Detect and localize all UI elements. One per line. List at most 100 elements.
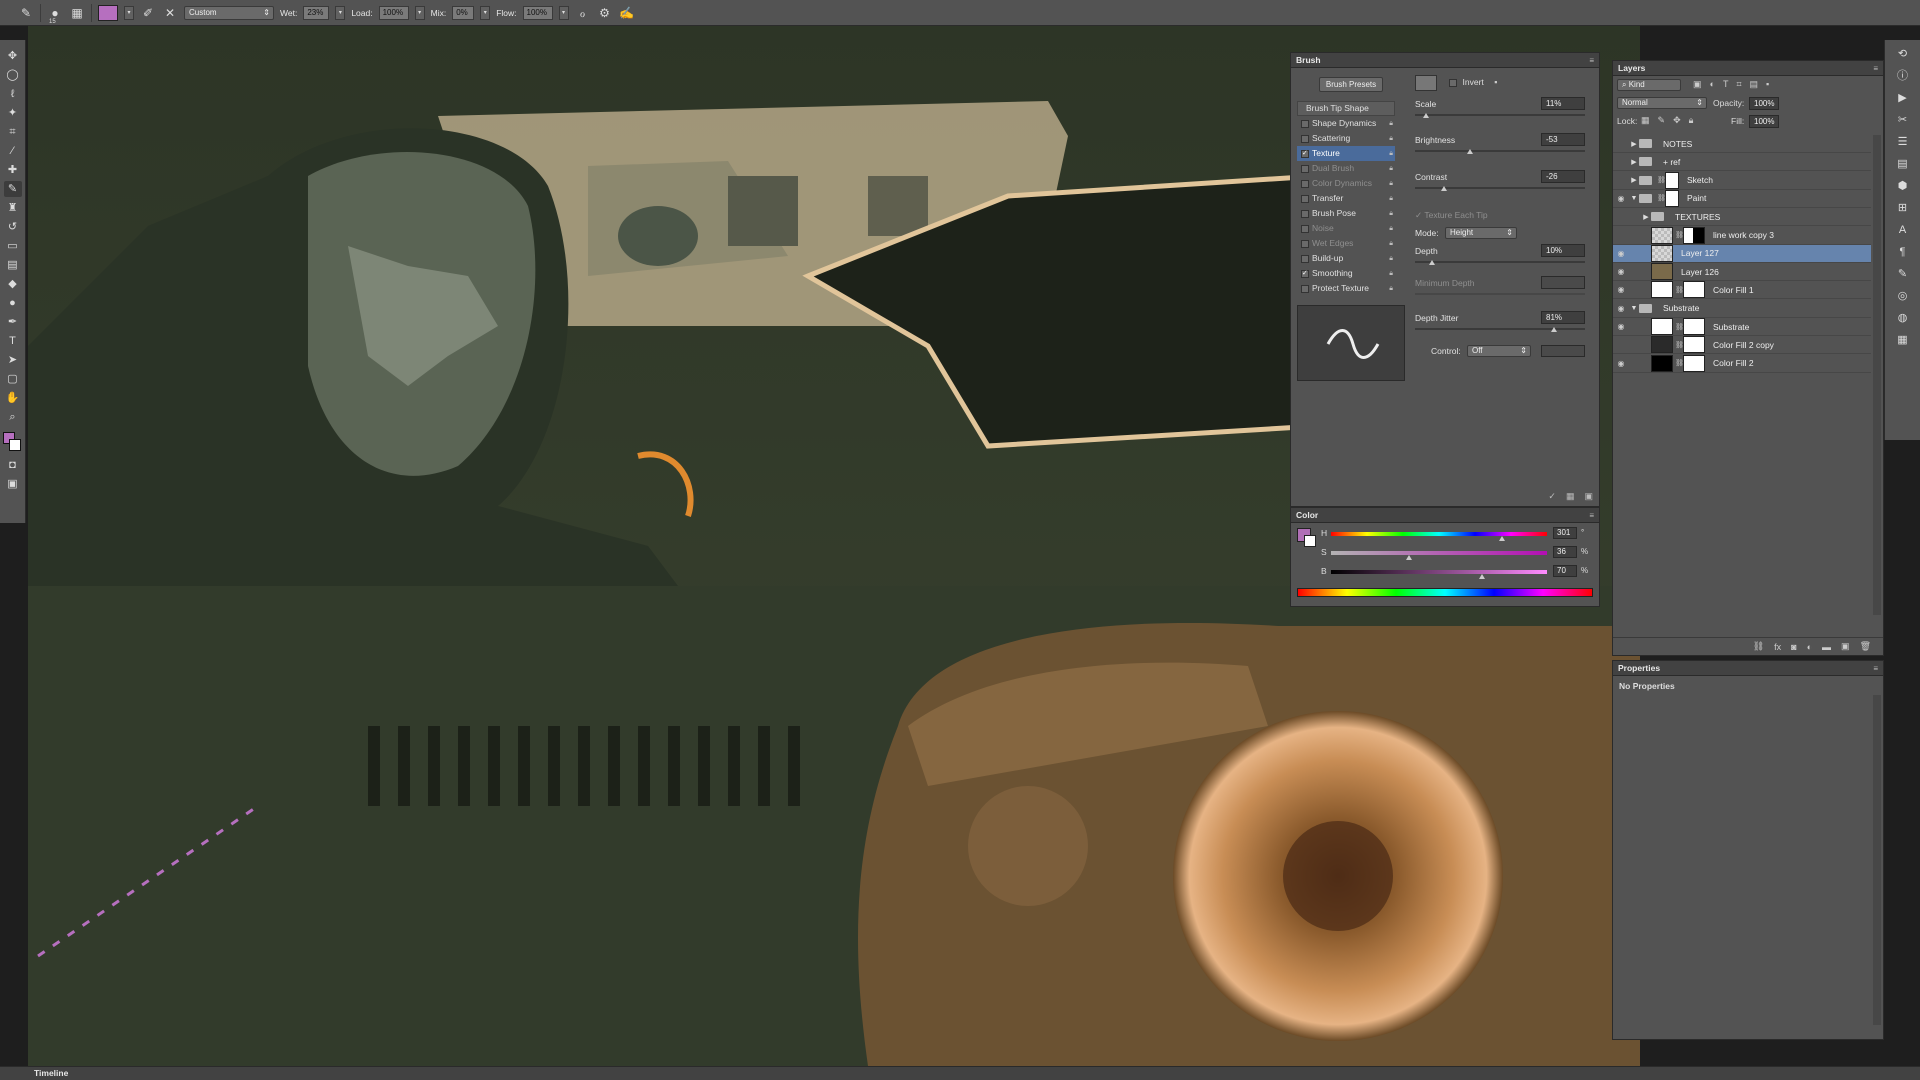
saturation-field[interactable]: 36 xyxy=(1553,546,1577,558)
disclosure-triangle-icon[interactable]: ▶ xyxy=(1629,176,1639,184)
opacity-field[interactable]: 100% xyxy=(1749,97,1779,110)
brush-panel-toggle-icon[interactable]: ▦ xyxy=(69,5,85,21)
color-panel-tab[interactable]: Color ≡ xyxy=(1291,508,1599,523)
depth-jitter-slider[interactable]: Depth Jitter 81% xyxy=(1415,311,1585,332)
scale-knob[interactable] xyxy=(1423,113,1429,118)
brightness-slider-row[interactable]: B 70 % xyxy=(1321,565,1593,580)
character-icon[interactable]: A xyxy=(1895,222,1911,238)
depth-track[interactable] xyxy=(1415,261,1585,263)
visibility-eye-icon[interactable]: ◉ xyxy=(1613,285,1629,294)
brush-setting-checkbox[interactable] xyxy=(1301,224,1309,233)
brush-preview-toggle-icon[interactable]: ✓ xyxy=(1548,491,1556,502)
swatch-dropdown[interactable]: ▾ xyxy=(124,5,134,20)
layer-row[interactable]: ⛓ Color Fill 2 copy xyxy=(1613,336,1871,355)
brush-setting-texture[interactable]: ✓ Texture 🔒︎ xyxy=(1297,146,1395,161)
brush-setting-checkbox[interactable] xyxy=(1301,284,1309,293)
scale-field[interactable]: 11% xyxy=(1541,97,1585,110)
paragraph-icon[interactable]: ¶ xyxy=(1895,244,1911,260)
layer-thumbnail[interactable] xyxy=(1651,244,1673,262)
brush-presets-button[interactable]: Brush Presets xyxy=(1319,77,1383,92)
depth-slider[interactable]: Depth 10% xyxy=(1415,244,1585,265)
lock-icon[interactable]: 🔒︎ xyxy=(1389,191,1393,206)
new-brush-icon[interactable]: ▣ xyxy=(1584,491,1593,502)
brush-setting-checkbox[interactable]: ✓ xyxy=(1301,269,1309,278)
brush-setting-wet-edges[interactable]: Wet Edges 🔒︎ xyxy=(1297,236,1395,251)
invert-checkbox[interactable] xyxy=(1449,78,1457,87)
brush-setting-protect-texture[interactable]: Protect Texture 🔒︎ xyxy=(1297,281,1395,296)
layer-row[interactable]: ▶ TEXTURES xyxy=(1613,208,1871,227)
mixer-brush-tool-icon[interactable]: ✎ xyxy=(18,5,34,21)
mask-link-icon[interactable]: ⛓ xyxy=(1675,231,1684,239)
layer-row[interactable]: ▶ NOTES xyxy=(1613,135,1871,153)
depth-jitter-knob[interactable] xyxy=(1551,327,1557,332)
lasso-icon[interactable]: ℓ xyxy=(4,86,22,102)
disclosure-triangle-icon[interactable]: ▼ xyxy=(1629,195,1639,202)
smart-object-filter-icon[interactable]: ▤ xyxy=(1750,79,1759,90)
color-swatches[interactable] xyxy=(2,432,23,454)
gradient-icon[interactable]: ▤ xyxy=(4,257,22,273)
layer-row[interactable]: ◉ Layer 126 xyxy=(1613,263,1871,282)
new-layer-icon[interactable]: ▣ xyxy=(1841,641,1850,652)
mask-link-icon[interactable]: ⛓ xyxy=(1657,176,1666,184)
layer-thumbnail[interactable] xyxy=(1651,318,1673,335)
clone-source-icon[interactable]: ⊞ xyxy=(1895,200,1911,216)
lock-icon[interactable]: 🔒︎ xyxy=(1389,251,1393,266)
quick-mask-icon[interactable]: ◘ xyxy=(4,457,22,473)
layer-row[interactable]: ◉ ▼ Substrate xyxy=(1613,300,1871,318)
layer-row[interactable]: ◉ ⛓ Substrate xyxy=(1613,318,1871,336)
saturation-track[interactable] xyxy=(1331,551,1547,555)
dodge-icon[interactable]: ● xyxy=(4,295,22,311)
timeline-panel[interactable]: Timeline xyxy=(0,1066,1920,1080)
new-preset-icon[interactable]: ▪ xyxy=(1494,77,1497,87)
visibility-eye-icon[interactable]: ◉ xyxy=(1613,359,1629,368)
contrast-field[interactable]: -26 xyxy=(1541,170,1585,183)
clean-brush-icon[interactable]: ✕ xyxy=(162,5,178,21)
load-field[interactable]: 100% xyxy=(378,5,409,20)
load-dropdown[interactable]: ▾ xyxy=(414,5,425,20)
paths-icon[interactable]: ▦ xyxy=(1895,332,1911,348)
adjustments-icon[interactable]: ☰ xyxy=(1895,134,1911,150)
brush-setting-brush-pose[interactable]: Brush Pose 🔒︎ xyxy=(1297,206,1395,221)
scale-track[interactable] xyxy=(1415,114,1585,116)
brush-setting-color-dynamics[interactable]: Color Dynamics 🔒︎ xyxy=(1297,176,1395,191)
brush-setting-checkbox[interactable] xyxy=(1301,119,1309,128)
flow-dropdown[interactable]: ▾ xyxy=(558,5,569,20)
brightness-slider[interactable]: Brightness -53 xyxy=(1415,133,1585,154)
shape-icon[interactable]: ▢ xyxy=(4,371,22,387)
blend-mode-select[interactable]: Normal ⇕ xyxy=(1617,97,1707,109)
panel-menu-icon[interactable]: ≡ xyxy=(1873,61,1878,76)
crop-icon[interactable]: ⌗ xyxy=(4,124,22,140)
disclosure-triangle-icon[interactable]: ▶ xyxy=(1641,213,1651,221)
pressure-size-icon[interactable]: ✍ xyxy=(619,5,635,21)
mask-thumbnail[interactable] xyxy=(1665,171,1679,189)
history-icon[interactable]: ⟲ xyxy=(1895,46,1911,62)
add-mask-icon[interactable]: ◙ xyxy=(1791,642,1796,652)
lock-icon[interactable]: 🔒︎ xyxy=(1389,206,1393,221)
path-select-icon[interactable]: ➤ xyxy=(4,352,22,368)
hue-field[interactable]: 301 xyxy=(1553,527,1577,539)
wet-dropdown[interactable]: ▾ xyxy=(335,5,346,20)
brush-setting-checkbox[interactable] xyxy=(1301,134,1309,143)
depth-knob[interactable] xyxy=(1429,260,1435,265)
delete-layer-icon[interactable]: 🗑︎ xyxy=(1860,641,1871,652)
color-panel-swatches[interactable] xyxy=(1297,528,1317,548)
lock-all-icon[interactable]: 🔒︎ xyxy=(1689,115,1694,126)
texture-each-tip-row[interactable]: ✓ Texture Each Tip xyxy=(1415,210,1488,221)
texture-preview-swatch[interactable] xyxy=(1415,75,1437,91)
lock-pixels-icon[interactable]: ✎ xyxy=(1658,115,1666,126)
brush-setting-smoothing[interactable]: ✓ Smoothing 🔒︎ xyxy=(1297,266,1395,281)
actions-icon[interactable]: ▶ xyxy=(1895,90,1911,106)
adjustment-filter-icon[interactable]: ◐ xyxy=(1710,79,1715,90)
saturation-slider-row[interactable]: S 36 % xyxy=(1321,546,1593,561)
disclosure-triangle-icon[interactable]: ▶ xyxy=(1629,140,1639,148)
layer-row[interactable]: ▶ + ref xyxy=(1613,153,1871,172)
layers-panel-tab[interactable]: Layers ≡ xyxy=(1613,61,1883,76)
notes-icon[interactable]: ▤ xyxy=(1895,156,1911,172)
navigator-icon[interactable]: ◎ xyxy=(1895,288,1911,304)
contrast-slider[interactable]: Contrast -26 xyxy=(1415,170,1585,191)
mask-link-icon[interactable]: ⛓ xyxy=(1675,286,1684,294)
hue-knob[interactable] xyxy=(1499,536,1505,541)
flow-field[interactable]: 100% xyxy=(522,5,553,20)
mask-link-icon[interactable]: ⛓ xyxy=(1657,194,1666,202)
brush-setting-scattering[interactable]: Scattering 🔒︎ xyxy=(1297,131,1395,146)
